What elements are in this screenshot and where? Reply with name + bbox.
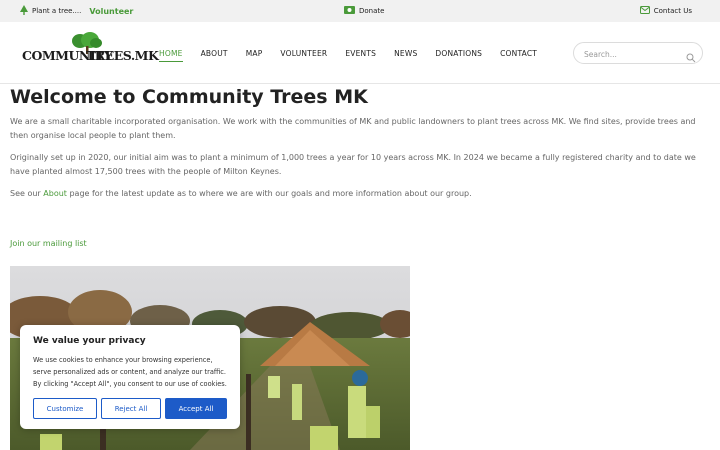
cookie-consent-dialog: We value your privacy We use cookies to … xyxy=(20,325,240,429)
site-header: COMMUNITY TREES.MK HOME ABOUT MAP VOLUNT… xyxy=(0,22,720,84)
search-box xyxy=(573,42,703,64)
search-icon[interactable] xyxy=(686,48,696,67)
about-paragraph: See our About page for the latest update… xyxy=(10,187,710,201)
money-icon xyxy=(344,6,355,16)
contact-us-text: Contact Us xyxy=(653,7,692,15)
top-bar: Plant a tree.... Volunteer Donate Contac… xyxy=(0,0,720,22)
donate-text: Donate xyxy=(359,7,385,15)
cookie-text: We use cookies to enhance your browsing … xyxy=(33,356,227,388)
mailing-list-link[interactable]: Join our mailing list xyxy=(10,239,87,248)
intro-paragraph: We are a small charitable incorporated o… xyxy=(10,117,696,140)
volunteer-link[interactable]: Volunteer xyxy=(89,7,133,16)
accept-all-button[interactable]: Accept All xyxy=(165,398,227,419)
nav-donations[interactable]: DONATIONS xyxy=(435,45,482,62)
logo-trees-mk-text: TREES.MK xyxy=(86,48,159,63)
nav-events[interactable]: EVENTS xyxy=(345,45,376,62)
nav-about[interactable]: ABOUT xyxy=(201,45,228,62)
tree-icon xyxy=(20,5,28,17)
main-content: Welcome to Community Trees MK We are a s… xyxy=(10,86,710,209)
about-link[interactable]: About xyxy=(43,189,67,198)
donate-link[interactable]: Donate xyxy=(344,0,384,22)
site-logo[interactable]: COMMUNITY TREES.MK xyxy=(22,32,159,72)
contact-us-link[interactable]: Contact Us xyxy=(639,0,692,22)
mail-icon xyxy=(639,6,650,16)
nav-contact[interactable]: CONTACT xyxy=(500,45,537,62)
search-input[interactable] xyxy=(584,47,684,61)
about-text-before: See our xyxy=(10,189,44,198)
plant-a-tree-link[interactable]: Plant a tree.... Volunteer xyxy=(20,0,133,22)
about-text-after: page for the latest update as to where w… xyxy=(66,189,472,198)
cookie-buttons: Customize Reject All Accept All xyxy=(33,398,227,419)
nav-map[interactable]: MAP xyxy=(246,45,263,62)
nav-home[interactable]: HOME xyxy=(159,45,183,62)
main-nav: HOME ABOUT MAP VOLUNTEER EVENTS NEWS DON… xyxy=(159,22,537,84)
nav-news[interactable]: NEWS xyxy=(394,45,417,62)
customize-button[interactable]: Customize xyxy=(33,398,97,419)
history-paragraph: Originally set up in 2020, our initial a… xyxy=(10,153,696,176)
plant-a-tree-text: Plant a tree.... xyxy=(32,7,82,15)
cookie-title: We value your privacy xyxy=(33,336,146,346)
page-title: Welcome to Community Trees MK xyxy=(10,86,368,108)
reject-all-button[interactable]: Reject All xyxy=(101,398,161,419)
nav-volunteer[interactable]: VOLUNTEER xyxy=(280,45,327,62)
